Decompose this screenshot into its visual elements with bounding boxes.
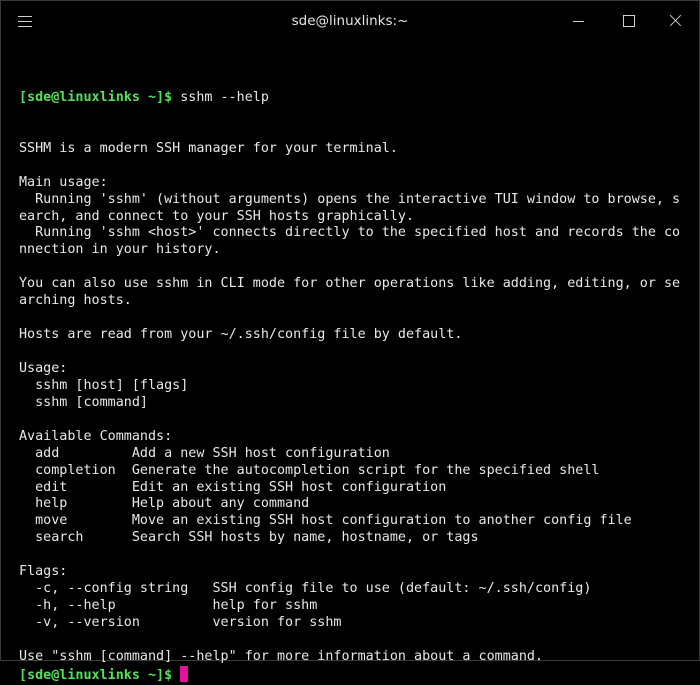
- output-line: nnection in your history.: [19, 242, 221, 258]
- minimize-icon[interactable]: [571, 13, 587, 29]
- output-line: sshm [command]: [19, 394, 148, 410]
- output-line: Main usage:: [19, 174, 108, 190]
- output-line: Flags:: [19, 564, 68, 580]
- output-line: help Help about any command: [19, 496, 310, 512]
- output-line: You can also use sshm in CLI mode for ot…: [19, 276, 681, 292]
- output-line: completion Generate the autocompletion s…: [19, 462, 600, 478]
- output-line: sshm [host] [flags]: [19, 377, 189, 393]
- shell-prompt: [sde@linuxlinks ~]$: [19, 667, 173, 683]
- close-icon[interactable]: [667, 13, 683, 29]
- output-line: earch, and connect to your SSH hosts gra…: [19, 208, 415, 224]
- output-line: SSHM is a modern SSH manager for your te…: [19, 140, 398, 156]
- output-line: -v, --version version for sshm: [19, 615, 342, 630]
- output-line: move Move an existing SSH host configura…: [19, 513, 632, 529]
- terminal-output[interactable]: [sde@linuxlinks ~]$ sshm --help SSHM is …: [19, 56, 689, 683]
- shell-prompt: [sde@linuxlinks ~]$: [19, 89, 173, 105]
- output-line: Use "sshm [command] --help" for more inf…: [19, 648, 544, 664]
- output-line: arching hosts.: [19, 293, 132, 309]
- terminal-window: sde@linuxlinks:~ [sde@linuxlinks ~]$ ssh…: [0, 0, 700, 683]
- output-line: Hosts are read from your ~/.ssh/config f…: [19, 327, 463, 343]
- maximize-icon[interactable]: [621, 13, 637, 29]
- output-line: Running 'sshm <host>' connects directly …: [19, 225, 681, 241]
- text-cursor: [180, 665, 189, 682]
- window-title: sde@linuxlinks:~: [291, 13, 409, 29]
- output-line: -c, --config string SSH config file to u…: [19, 581, 592, 597]
- output-line: edit Edit an existing SSH host configura…: [19, 479, 447, 495]
- typed-command: sshm --help: [172, 89, 269, 105]
- output-line: search Search SSH hosts by name, hostnam…: [19, 530, 479, 546]
- output-line: add Add a new SSH host configuration: [19, 445, 390, 461]
- command-line: [sde@linuxlinks ~]$ sshm --help: [19, 90, 689, 107]
- output-line: Available Commands:: [19, 428, 173, 444]
- title-bar[interactable]: sde@linuxlinks:~: [1, 1, 699, 43]
- output-line: Running 'sshm' (without arguments) opens…: [19, 191, 681, 207]
- output-line: -h, --help help for sshm: [19, 598, 318, 614]
- final-prompt-line: [sde@linuxlinks ~]$: [19, 665, 689, 683]
- output-line: Usage:: [19, 360, 68, 376]
